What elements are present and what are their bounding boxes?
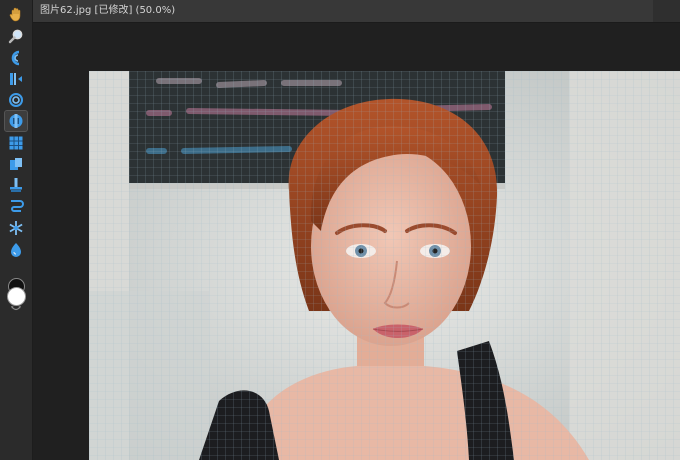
twirl-tool[interactable] [5, 90, 27, 110]
canvas-image[interactable] [89, 71, 680, 460]
reconstruct-icon [10, 73, 22, 85]
thaw-mask-tool[interactable] [5, 239, 27, 259]
background-color-swatch[interactable] [7, 287, 26, 306]
forward-warp-tool[interactable] [5, 48, 27, 68]
reconstruct-tool[interactable] [5, 69, 27, 89]
push-left-tool[interactable] [5, 154, 27, 174]
turbulence-tool[interactable] [5, 196, 27, 216]
magnifier-icon [8, 29, 23, 44]
document-tab[interactable]: 图片62.jpg [已修改] (50.0%) [33, 0, 653, 22]
pucker-tool[interactable] [4, 110, 28, 132]
tools-panel [0, 0, 33, 460]
warp-icon [11, 50, 20, 66]
mirror-icon [10, 178, 22, 192]
turbulence-icon [11, 200, 24, 212]
push-left-icon [10, 158, 22, 170]
freeze-icon [9, 221, 23, 235]
bloat-icon [9, 136, 23, 150]
zoom-tool[interactable] [5, 26, 27, 46]
mirror-tool[interactable] [5, 175, 27, 195]
pucker-icon [9, 114, 23, 128]
hand-tool[interactable] [5, 4, 27, 24]
hand-icon [9, 7, 21, 22]
canvas-workspace[interactable] [33, 23, 680, 460]
document-tab-bar: 图片62.jpg [已修改] (50.0%) [33, 0, 680, 23]
freeze-mask-tool[interactable] [5, 218, 27, 238]
twirl-icon [9, 93, 23, 107]
document-tab-title: 图片62.jpg [已修改] (50.0%) [40, 5, 176, 16]
bloat-tool[interactable] [5, 133, 27, 153]
swap-colors-icon[interactable] [10, 305, 22, 313]
thaw-icon [11, 243, 21, 257]
